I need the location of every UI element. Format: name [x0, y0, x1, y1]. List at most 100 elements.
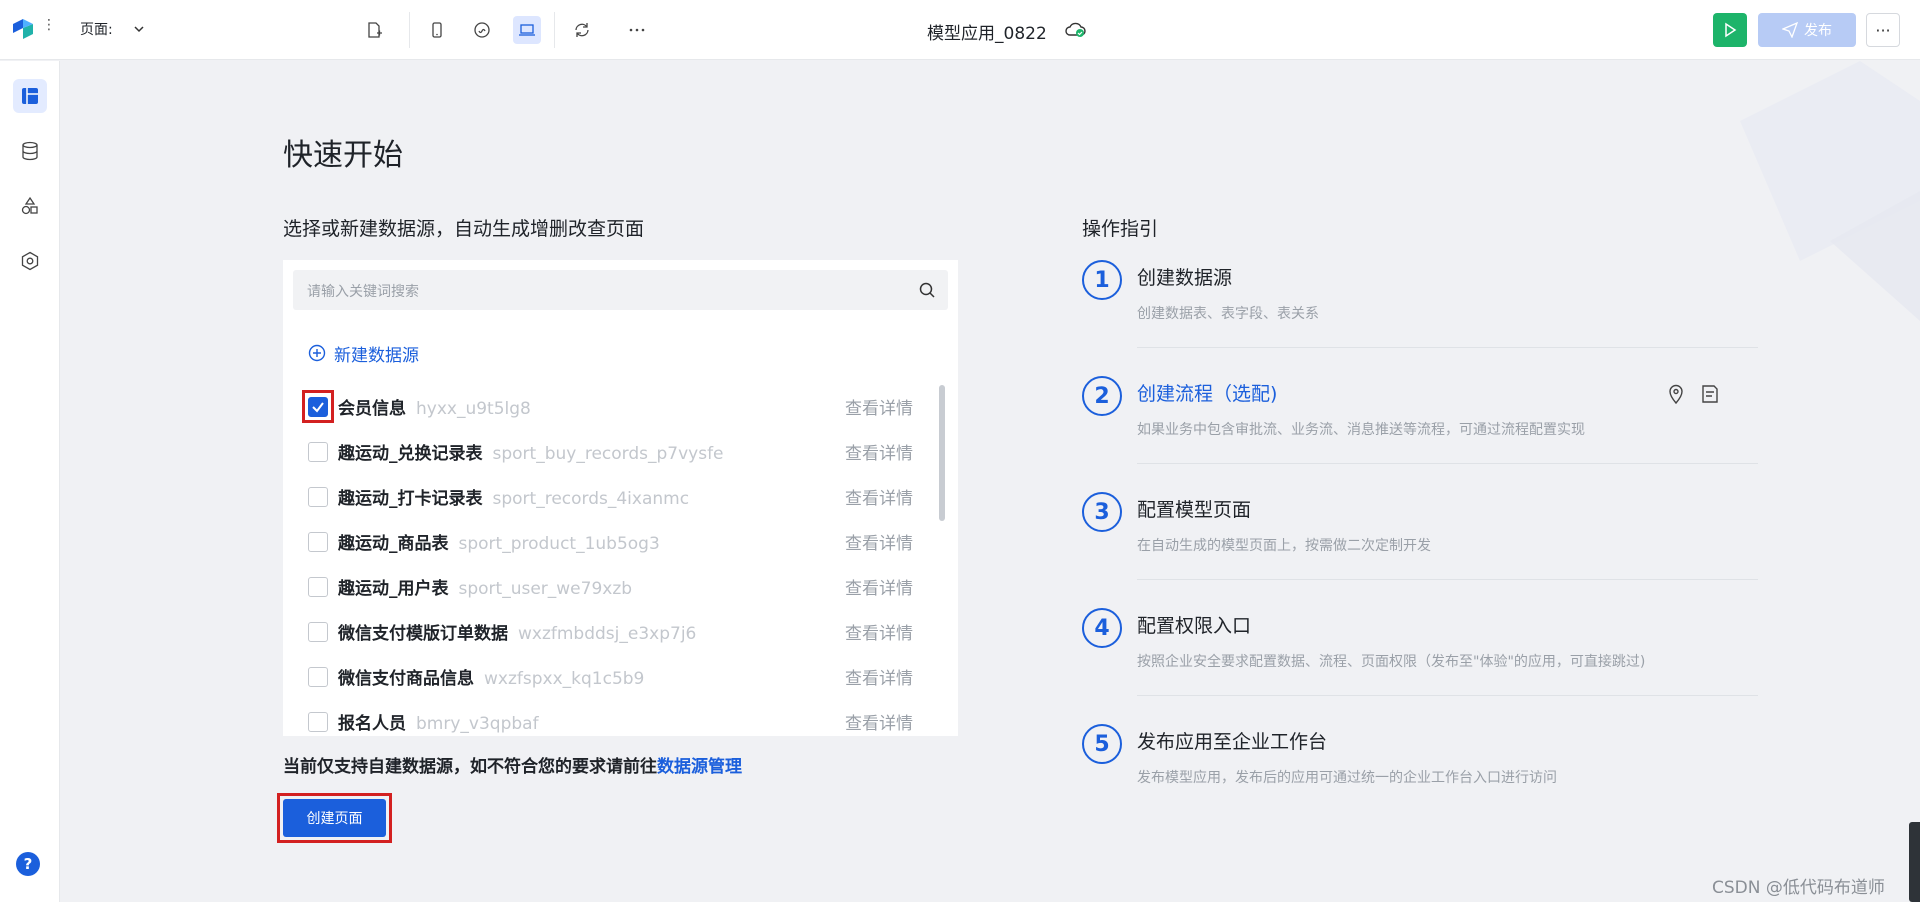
refresh-icon[interactable] [568, 16, 596, 44]
datasource-name: 趣运动_商品表 sport_product_1ub5og3 [338, 529, 660, 554]
desktop-view-icon[interactable] [513, 16, 541, 44]
list-scrollbar[interactable] [939, 385, 945, 521]
add-page-icon[interactable] [360, 16, 388, 44]
chevron-down-icon[interactable] [133, 23, 145, 35]
side-rail [0, 61, 60, 902]
components-icon[interactable] [13, 189, 47, 223]
publish-button[interactable]: 发布 [1758, 13, 1856, 47]
miniapp-view-icon[interactable] [468, 16, 496, 44]
settings-hex-icon[interactable] [13, 244, 47, 278]
page-icon[interactable] [13, 79, 47, 113]
datasource-checkbox[interactable] [308, 486, 328, 507]
more-tools-icon[interactable] [623, 16, 651, 44]
app-title: 模型应用_0822 [927, 24, 1047, 44]
datasource-checkbox[interactable] [308, 531, 328, 552]
toolbar-divider [554, 12, 555, 48]
guide-step: 4 配置权限入口 按照企业安全要求配置数据、流程、页面权限（发布至"体验"的应用… [1082, 608, 1758, 724]
step-description: 发布模型应用，发布后的应用可通过统一的企业工作台入口进行访问 [1137, 770, 1557, 786]
guide-step: 3 配置模型页面 在自动生成的模型页面上，按需做二次定制开发 [1082, 492, 1758, 608]
step-number: 3 [1082, 492, 1122, 532]
add-circle-icon [308, 344, 326, 362]
datasource-id: bmry_v3qpbaf [416, 714, 539, 734]
step-description: 在自动生成的模型页面上，按需做二次定制开发 [1137, 538, 1431, 554]
toolbar-divider [409, 12, 410, 48]
step-title[interactable]: 配置模型页面 [1137, 495, 1251, 522]
step-number: 5 [1082, 724, 1122, 764]
datasource-row[interactable]: 微信支付模版订单数据 wxzfmbddsj_e3xp7j6 查看详情 [283, 609, 943, 654]
view-detail-link[interactable]: 查看详情 [845, 484, 913, 509]
database-icon[interactable] [13, 134, 47, 168]
datasource-row[interactable]: 趣运动_用户表 sport_user_we79xzb 查看详情 [283, 564, 943, 609]
step-title[interactable]: 发布应用至企业工作台 [1137, 727, 1327, 754]
app-menu-icon[interactable]: ⋮ [42, 18, 56, 40]
view-detail-link[interactable]: 查看详情 [845, 439, 913, 464]
more-options-button[interactable]: ··· [1866, 13, 1900, 47]
run-preview-button[interactable] [1713, 13, 1747, 47]
step-title[interactable]: 配置权限入口 [1137, 611, 1251, 638]
step-number: 2 [1082, 376, 1122, 416]
send-icon [1782, 22, 1798, 38]
datasource-checkbox[interactable] [308, 396, 328, 417]
checkmark-icon [312, 401, 324, 413]
datasource-row[interactable]: 微信支付商品信息 wxzfspxx_kq1c5b9 查看详情 [283, 654, 943, 699]
view-detail-link[interactable]: 查看详情 [845, 709, 913, 734]
datasource-checkbox[interactable] [308, 711, 328, 732]
datasource-id: sport_buy_records_p7vysfe [492, 444, 724, 464]
guide-title: 操作指引 [1082, 218, 1159, 240]
view-detail-link[interactable]: 查看详情 [845, 529, 913, 554]
new-datasource-label: 新建数据源 [334, 345, 419, 366]
datasource-name: 趣运动_打卡记录表 sport_records_4ixanmc [338, 484, 689, 509]
document-icon[interactable] [1699, 383, 1721, 405]
datasource-id: sport_product_1ub5og3 [458, 534, 660, 554]
step-description: 按照企业安全要求配置数据、流程、页面权限（发布至"体验"的应用，可直接跳过) [1137, 654, 1646, 670]
datasource-name-text: 趣运动_打卡记录表 [338, 489, 483, 509]
datasource-row[interactable]: 会员信息 hyxx_u9t5lg8 查看详情 [283, 384, 943, 429]
datasource-name: 趣运动_兑换记录表 sport_buy_records_p7vysfe [338, 439, 724, 464]
view-detail-link[interactable]: 查看详情 [845, 664, 913, 689]
watermark: CSDN @低代码布道师 [1712, 878, 1885, 898]
datasource-id: hyxx_u9t5lg8 [416, 399, 531, 419]
play-icon [1725, 22, 1737, 38]
view-detail-link[interactable]: 查看详情 [845, 394, 913, 419]
note-text: 当前仅支持自建数据源，如不符合您的要求请前往 [283, 757, 657, 777]
step-description: 创建数据表、表字段、表关系 [1137, 306, 1319, 322]
datasource-checkbox[interactable] [308, 666, 328, 687]
new-datasource-button[interactable]: 新建数据源 [308, 342, 419, 366]
datasource-row[interactable]: 报名人员 bmry_v3qpbaf 查看详情 [283, 699, 943, 736]
datasource-id: wxzfmbddsj_e3xp7j6 [518, 624, 697, 644]
help-icon[interactable]: ? [16, 852, 40, 876]
view-detail-link[interactable]: 查看详情 [845, 619, 913, 644]
datasource-list: 会员信息 hyxx_u9t5lg8 查看详情 趣运动_兑换记录表 sport_buy… [283, 384, 943, 736]
datasource-name-text: 报名人员 [338, 714, 406, 734]
step-title[interactable]: 创建数据源 [1137, 263, 1232, 290]
datasource-name-text: 会员信息 [338, 399, 406, 419]
datasource-checkbox[interactable] [308, 441, 328, 462]
datasource-checkbox[interactable] [308, 576, 328, 597]
create-page-button[interactable]: 创建页面 [283, 799, 386, 837]
guide-step: 2 创建流程（选配) 如果业务中包含审批流、业务流、消息推送等流程，可通过流程配… [1082, 376, 1758, 492]
page-selector-label[interactable]: 页面: [80, 19, 113, 39]
search-input[interactable]: 请输入关键词搜索 [293, 270, 948, 310]
location-pin-icon[interactable] [1665, 383, 1687, 405]
datasource-checkbox[interactable] [308, 621, 328, 642]
datasource-row[interactable]: 趣运动_兑换记录表 sport_buy_records_p7vysfe 查看详情 [283, 429, 943, 474]
datasource-row[interactable]: 趣运动_商品表 sport_product_1ub5og3 查看详情 [283, 519, 943, 564]
datasource-manage-link[interactable]: 数据源管理 [657, 757, 742, 777]
view-detail-link[interactable]: 查看详情 [845, 574, 913, 599]
guide-step: 1 创建数据源 创建数据表、表字段、表关系 [1082, 260, 1758, 376]
datasource-id: sport_records_4ixanmc [492, 489, 690, 509]
step-number: 1 [1082, 260, 1122, 300]
mobile-view-icon[interactable] [423, 16, 451, 44]
datasource-name: 微信支付模版订单数据 wxzfmbddsj_e3xp7j6 [338, 619, 696, 644]
step-description: 如果业务中包含审批流、业务流、消息推送等流程，可通过流程配置实现 [1137, 422, 1585, 438]
app-logo-icon[interactable] [10, 16, 36, 42]
datasource-name: 微信支付商品信息 wxzfspxx_kq1c5b9 [338, 664, 644, 689]
divider [1137, 347, 1758, 348]
step-title[interactable]: 创建流程（选配) [1137, 379, 1277, 406]
datasource-name: 趣运动_用户表 sport_user_we79xzb [338, 574, 632, 599]
datasource-name: 报名人员 bmry_v3qpbaf [338, 709, 539, 734]
search-icon[interactable] [918, 281, 936, 299]
top-bar: ⋮ 页面: 模型应用_0822 发布 ··· [0, 0, 1920, 60]
datasource-row[interactable]: 趣运动_打卡记录表 sport_records_4ixanmc 查看详情 [283, 474, 943, 519]
datasource-note: 当前仅支持自建数据源，如不符合您的要求请前往数据源管理 [283, 752, 742, 777]
